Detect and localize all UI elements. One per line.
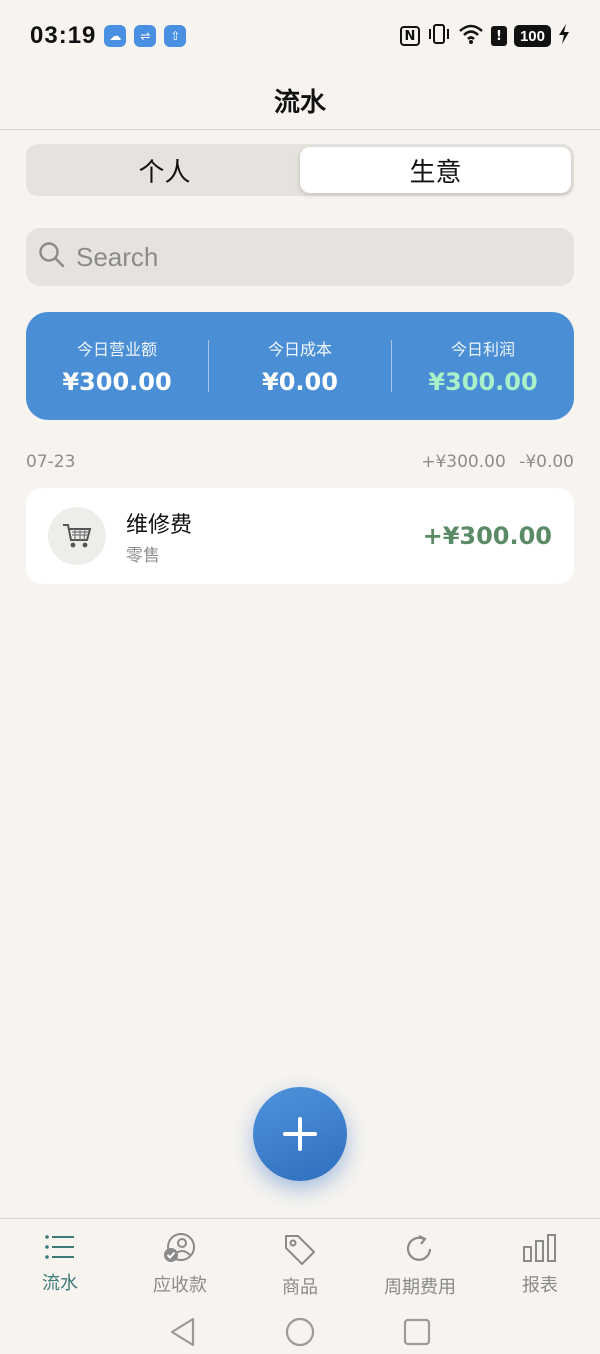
upload-icon: ⇧: [164, 25, 187, 47]
summary-revenue: 今日营业额 ¥300.00: [26, 336, 208, 396]
status-time: 03:19: [30, 22, 97, 49]
summary-card: 今日营业额 ¥300.00 今日成本 ¥0.00 今日利润 ¥300.00: [26, 312, 574, 420]
weather-icon: ☁: [104, 25, 127, 47]
status-bar: 03:19 ☁ ⇌ ⇧ N ! 100: [0, 0, 600, 72]
recents-icon[interactable]: [402, 1317, 432, 1347]
back-icon[interactable]: [168, 1316, 198, 1348]
transaction-amount: +¥300.00: [422, 522, 552, 550]
add-button[interactable]: [253, 1087, 347, 1181]
segment-control: 个人 生意: [26, 144, 574, 196]
transaction-text: 维修费 零售: [126, 507, 423, 566]
plus-icon: [283, 1117, 317, 1151]
refresh-icon: [406, 1235, 432, 1261]
nav-item-flow[interactable]: 流水: [0, 1219, 120, 1310]
nav-label: 流水: [42, 1273, 78, 1294]
nav-label: 商品: [282, 1277, 318, 1298]
nav-label: 应收款: [153, 1275, 207, 1296]
segment-personal[interactable]: 个人: [29, 147, 300, 193]
battery-icon: 100: [513, 25, 551, 47]
bottom-nav: 流水 应收款 商品 周期费用 报表: [0, 1218, 600, 1310]
search-bar[interactable]: [26, 228, 574, 286]
title-bar: 流水: [0, 72, 600, 130]
revenue-label: 今日营业额: [76, 340, 157, 359]
profit-value: ¥300.00: [428, 368, 538, 396]
transaction-item[interactable]: 维修费 零售 +¥300.00: [26, 488, 574, 584]
date-group-header: 07-23 +¥300.00 -¥0.00: [26, 452, 574, 472]
nav-item-recurring[interactable]: 周期费用: [360, 1219, 480, 1310]
group-income: +¥300.00: [421, 452, 506, 472]
status-right: N ! 100: [399, 23, 570, 50]
bar-chart-icon: [523, 1234, 556, 1262]
group-totals: +¥300.00 -¥0.00: [413, 452, 574, 472]
summary-cost: 今日成本 ¥0.00: [209, 336, 391, 396]
status-left: 03:19 ☁ ⇌ ⇧: [30, 22, 187, 50]
transaction-title: 维修费: [126, 512, 193, 538]
cost-label: 今日成本: [267, 340, 332, 359]
group-expense: -¥0.00: [519, 452, 574, 472]
nav-item-reports[interactable]: 报表: [480, 1219, 600, 1310]
page-title: 流水: [273, 88, 326, 118]
transaction-subtitle: 零售: [126, 545, 160, 566]
segment-business[interactable]: 生意: [300, 147, 571, 193]
nav-label: 报表: [522, 1275, 558, 1296]
home-icon[interactable]: [284, 1316, 316, 1348]
cost-value: ¥0.00: [262, 368, 338, 396]
nfc-icon: N: [399, 26, 420, 46]
nav-label: 周期费用: [384, 1277, 456, 1298]
vibrate-icon: [427, 23, 451, 50]
receivable-icon: [164, 1233, 195, 1262]
wifi-icon: [458, 23, 484, 50]
summary-profit: 今日利润 ¥300.00: [392, 336, 574, 396]
tag-icon: [285, 1235, 315, 1265]
system-nav: [0, 1310, 600, 1354]
group-date: 07-23: [26, 452, 76, 472]
usb-icon: ⇌: [134, 25, 157, 47]
list-icon: [45, 1235, 74, 1259]
search-input[interactable]: [76, 241, 556, 273]
charging-icon: [558, 23, 570, 50]
search-icon: [38, 241, 66, 273]
cart-icon: [48, 507, 106, 565]
profit-label: 今日利润: [450, 340, 515, 359]
nav-item-products[interactable]: 商品: [240, 1219, 360, 1310]
revenue-value: ¥300.00: [62, 368, 172, 396]
nav-item-receivables[interactable]: 应收款: [120, 1219, 240, 1310]
alert-icon: !: [490, 26, 507, 46]
